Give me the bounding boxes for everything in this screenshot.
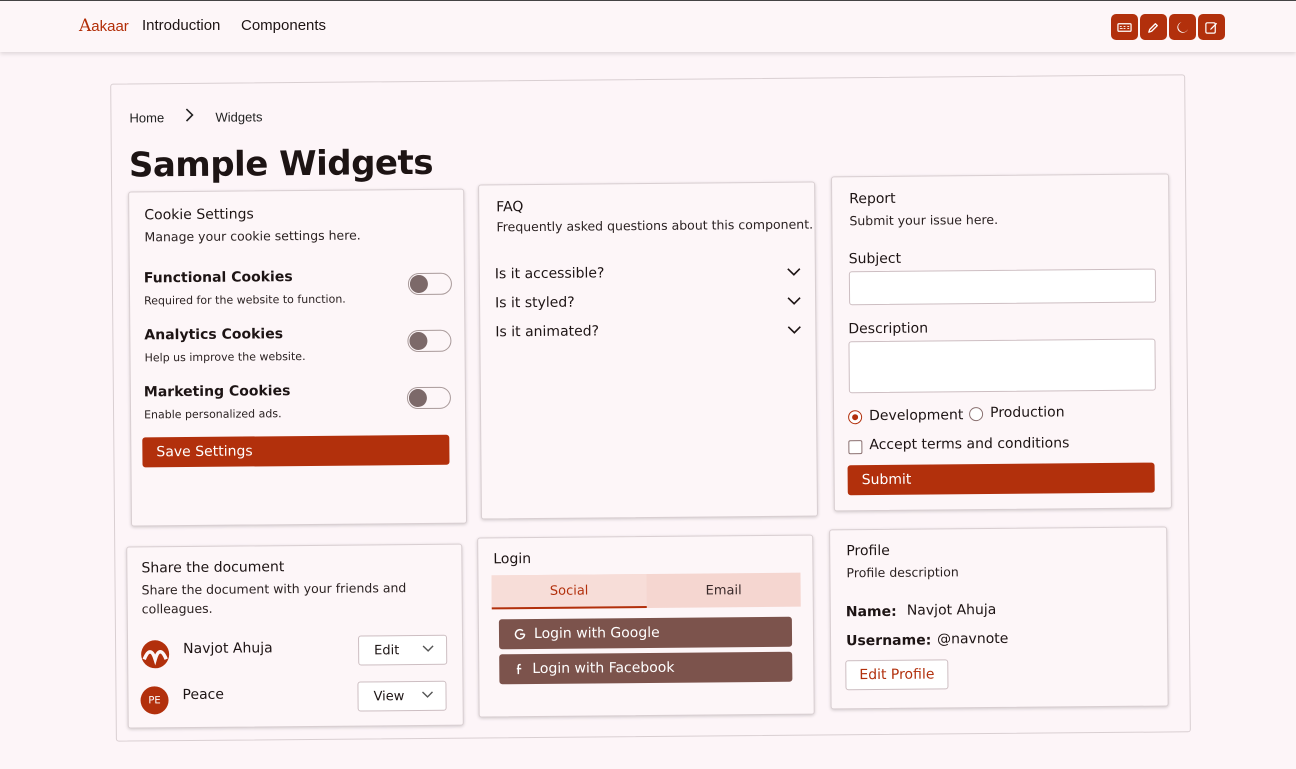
functional-cookies-toggle[interactable] (407, 272, 453, 296)
breadcrumb-home[interactable]: Home (129, 110, 164, 125)
functional-cookies-desc: Required for the website to function. (144, 292, 346, 308)
description-label: Description (848, 320, 929, 338)
profile-card-title: Profile (846, 542, 890, 560)
avatar-logo-icon (142, 650, 168, 666)
profile-name-label: Name: (845, 603, 897, 621)
analytics-cookies-desc: Help us improve the website. (144, 349, 306, 365)
toggle-knob (409, 331, 428, 351)
production-radio-label[interactable]: Production (990, 404, 1065, 421)
chevron-down-icon (422, 691, 433, 698)
analytics-cookies-label: Analytics Cookies (144, 326, 284, 344)
faq-item[interactable]: Is it accessible? (494, 264, 801, 283)
analytics-cookies-toggle[interactable] (407, 329, 452, 353)
avatar: PE (140, 686, 169, 715)
breadcrumb-current: Widgets (215, 109, 263, 125)
cookie-card-title: Cookie Settings (144, 206, 254, 224)
terms-label[interactable]: Accept terms and conditions (869, 435, 1069, 453)
faq-card-title: FAQ (496, 199, 524, 216)
faq-item[interactable]: Is it animated? (495, 322, 801, 341)
cookie-card-subtitle: Manage your cookie settings here. (144, 227, 361, 245)
profile-username-value: @navnote (936, 630, 1009, 648)
login-with-facebook-button[interactable]: Login with Facebook (499, 651, 793, 685)
login-with-google-button[interactable]: Login with Google (498, 616, 793, 650)
google-icon (514, 628, 526, 640)
facebook-button-label: Login with Facebook (532, 659, 675, 678)
terms-checkbox[interactable] (848, 440, 863, 455)
faq-question: Is it accessible? (494, 265, 605, 283)
chevron-down-icon (787, 297, 801, 305)
save-settings-button[interactable]: Save Settings (142, 434, 450, 468)
tab-social[interactable]: Social (491, 574, 647, 610)
permission-select[interactable]: View (357, 680, 447, 712)
permission-select[interactable]: Edit (358, 634, 448, 666)
development-radio[interactable] (848, 410, 863, 425)
share-card-subtitle-line1: Share the document with your friends and (141, 580, 407, 598)
share-card-subtitle-line2: colleagues. (141, 600, 213, 617)
profile-card-subtitle: Profile description (846, 564, 959, 581)
tab-email[interactable]: Email (646, 573, 800, 608)
permission-value: View (373, 688, 405, 704)
subject-label: Subject (848, 250, 902, 268)
subject-input[interactable] (848, 268, 1157, 306)
google-button-label: Login with Google (533, 624, 660, 643)
report-card-title: Report (849, 190, 896, 208)
report-card-subtitle: Submit your issue here. (849, 211, 999, 229)
profile-name-value: Navjot Ahuja (906, 601, 997, 619)
marketing-cookies-toggle[interactable] (406, 386, 452, 410)
chevron-right-icon (185, 108, 194, 122)
login-tabs: Social Email (491, 572, 801, 610)
login-card-title: Login (493, 551, 532, 568)
functional-cookies-label: Functional Cookies (143, 269, 293, 287)
development-radio-label[interactable]: Development (869, 407, 963, 424)
chevron-down-icon (787, 268, 801, 276)
permission-value: Edit (374, 642, 400, 658)
share-person-name: Peace (182, 686, 225, 704)
marketing-cookies-label: Marketing Cookies (143, 383, 291, 401)
page-title: Sample Widgets (128, 142, 434, 186)
widgets-page: Home Widgets Sample Widgets Cookie Setti… (0, 0, 1296, 769)
faq-question: Is it styled? (495, 294, 575, 312)
avatar (141, 640, 170, 669)
marketing-cookies-desc: Enable personalized ads. (144, 407, 282, 422)
toggle-knob (408, 388, 428, 408)
share-card-title: Share the document (141, 559, 285, 577)
share-person-name: Navjot Ahuja (183, 640, 273, 658)
chevron-down-icon (422, 645, 434, 652)
toggle-knob (409, 274, 429, 294)
submit-button[interactable]: Submit (847, 462, 1155, 496)
faq-card-subtitle: Frequently asked questions about this co… (496, 216, 814, 235)
faq-item[interactable]: Is it styled? (495, 293, 801, 312)
facebook-icon (516, 663, 522, 675)
production-radio[interactable] (969, 407, 984, 422)
chevron-down-icon (787, 326, 801, 334)
description-textarea[interactable] (848, 338, 1156, 394)
profile-username-label: Username: (845, 632, 932, 650)
faq-question: Is it animated? (495, 323, 600, 341)
edit-profile-button[interactable]: Edit Profile (845, 659, 949, 691)
